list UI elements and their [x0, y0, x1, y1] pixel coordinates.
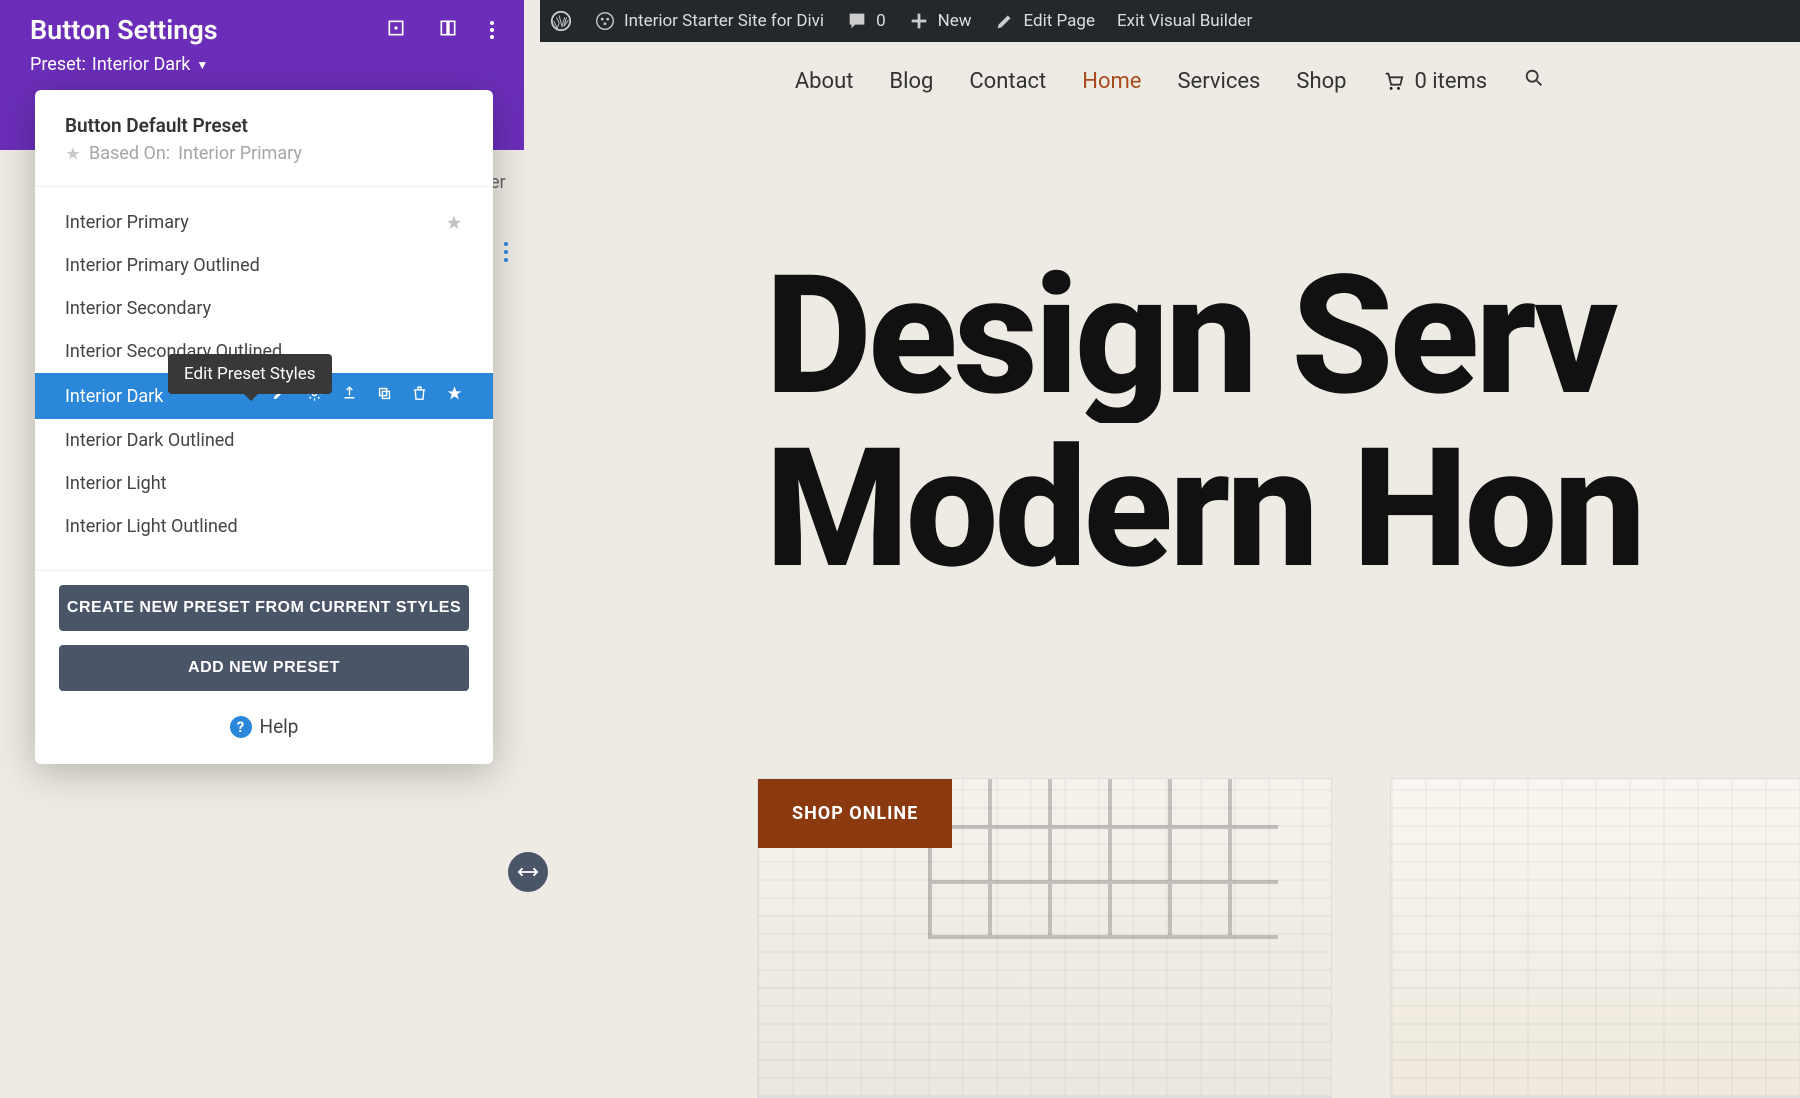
preset-item-interior-primary[interactable]: Interior Primary	[35, 201, 493, 244]
star-icon[interactable]	[445, 214, 463, 232]
preset-label: Interior Primary Outlined	[65, 255, 260, 276]
hero-heading: Design Serv Modern Hon	[765, 250, 1800, 597]
based-on-prefix: Based On:	[89, 143, 170, 164]
cart-icon	[1382, 70, 1404, 92]
chevron-down-icon: ▼	[196, 58, 208, 72]
column-view-icon[interactable]	[438, 18, 458, 42]
hero-line-1: Design Serv	[765, 250, 1800, 423]
hero-line-2: Modern Hon	[765, 423, 1800, 596]
site-name-text: Interior Starter Site for Divi	[624, 11, 824, 31]
nav-services[interactable]: Services	[1177, 69, 1260, 94]
star-icon[interactable]	[446, 385, 463, 407]
panel-resize-handle[interactable]	[508, 852, 548, 892]
preset-item-interior-secondary-outlined[interactable]: Interior Secondary Outlined	[35, 330, 493, 373]
divider	[35, 186, 493, 187]
hero-image-left: SHOP ONLINE	[757, 778, 1332, 1098]
star-icon	[65, 146, 81, 162]
based-on-value: Interior Primary	[178, 143, 302, 164]
help-link[interactable]: ? Help	[35, 715, 493, 738]
module-options-icon[interactable]	[504, 242, 508, 262]
nav-home[interactable]: Home	[1082, 69, 1141, 94]
preset-label: Interior Secondary Outlined	[65, 341, 282, 362]
preset-label: Interior Dark	[65, 386, 163, 407]
exit-visual-builder[interactable]: Exit Visual Builder	[1117, 11, 1252, 31]
responsive-view-icon[interactable]	[386, 18, 406, 42]
resize-horizontal-icon	[517, 864, 539, 880]
preset-item-interior-dark-outlined[interactable]: Interior Dark Outlined	[35, 419, 493, 462]
preset-item-interior-light[interactable]: Interior Light	[35, 462, 493, 505]
preset-current-name: Interior Dark	[92, 54, 190, 75]
exit-vb-label: Exit Visual Builder	[1117, 11, 1252, 31]
help-label: Help	[260, 715, 299, 738]
preset-item-interior-primary-outlined[interactable]: Interior Primary Outlined	[35, 244, 493, 287]
comments-count: 0	[876, 11, 886, 31]
search-icon	[1523, 67, 1545, 89]
hero-image-right	[1390, 778, 1800, 1098]
create-preset-button[interactable]: CREATE NEW PRESET FROM CURRENT STYLES	[59, 585, 469, 631]
divider	[35, 570, 493, 571]
preset-list: Interior Primary Interior Primary Outlin…	[35, 201, 493, 548]
new-link[interactable]: New	[908, 10, 972, 32]
preset-label: Interior Primary	[65, 212, 189, 233]
preset-item-interior-dark[interactable]: Interior Dark	[35, 373, 493, 419]
cart-link[interactable]: 0 items	[1382, 69, 1487, 94]
edit-page-link[interactable]: Edit Page	[994, 10, 1095, 32]
default-preset-title: Button Default Preset	[65, 114, 463, 137]
nav-contact[interactable]: Contact	[969, 69, 1046, 94]
add-preset-button[interactable]: ADD NEW PRESET	[59, 645, 469, 691]
site-navigation: About Blog Contact Home Services Shop 0 …	[540, 42, 1800, 120]
more-options-icon[interactable]	[490, 21, 494, 39]
gear-icon[interactable]	[306, 385, 323, 407]
cart-count: 0 items	[1414, 69, 1487, 94]
export-icon[interactable]	[341, 385, 358, 407]
help-icon: ?	[230, 716, 252, 738]
wp-admin-bar: Interior Starter Site for Divi 0 New Edi…	[540, 0, 1800, 42]
duplicate-icon[interactable]	[376, 385, 393, 407]
preset-label: Interior Dark Outlined	[65, 430, 234, 451]
comments-link[interactable]: 0	[846, 10, 886, 32]
preset-prefix: Preset:	[30, 54, 86, 75]
nav-shop[interactable]: Shop	[1296, 69, 1346, 94]
preset-item-interior-light-outlined[interactable]: Interior Light Outlined	[35, 505, 493, 548]
new-label: New	[938, 11, 972, 31]
preset-label: Interior Secondary	[65, 298, 211, 319]
wp-logo[interactable]	[550, 10, 572, 32]
trash-icon[interactable]	[411, 385, 428, 407]
preset-selector[interactable]: Preset: Interior Dark ▼	[30, 54, 494, 75]
preset-dropdown: Button Default Preset Based On: Interior…	[35, 90, 493, 764]
nav-about[interactable]: About	[795, 69, 854, 94]
preset-label: Interior Light Outlined	[65, 516, 238, 537]
site-name-link[interactable]: Interior Starter Site for Divi	[594, 10, 824, 32]
shop-online-button[interactable]: SHOP ONLINE	[758, 779, 952, 848]
search-button[interactable]	[1523, 67, 1545, 95]
based-on-row: Based On: Interior Primary	[65, 143, 463, 164]
preset-item-interior-secondary[interactable]: Interior Secondary	[35, 287, 493, 330]
preset-label: Interior Light	[65, 473, 167, 494]
nav-blog[interactable]: Blog	[889, 69, 933, 94]
edit-preset-icon[interactable]	[271, 385, 288, 407]
edit-page-label: Edit Page	[1024, 11, 1095, 31]
panel-title: Button Settings	[30, 14, 218, 46]
